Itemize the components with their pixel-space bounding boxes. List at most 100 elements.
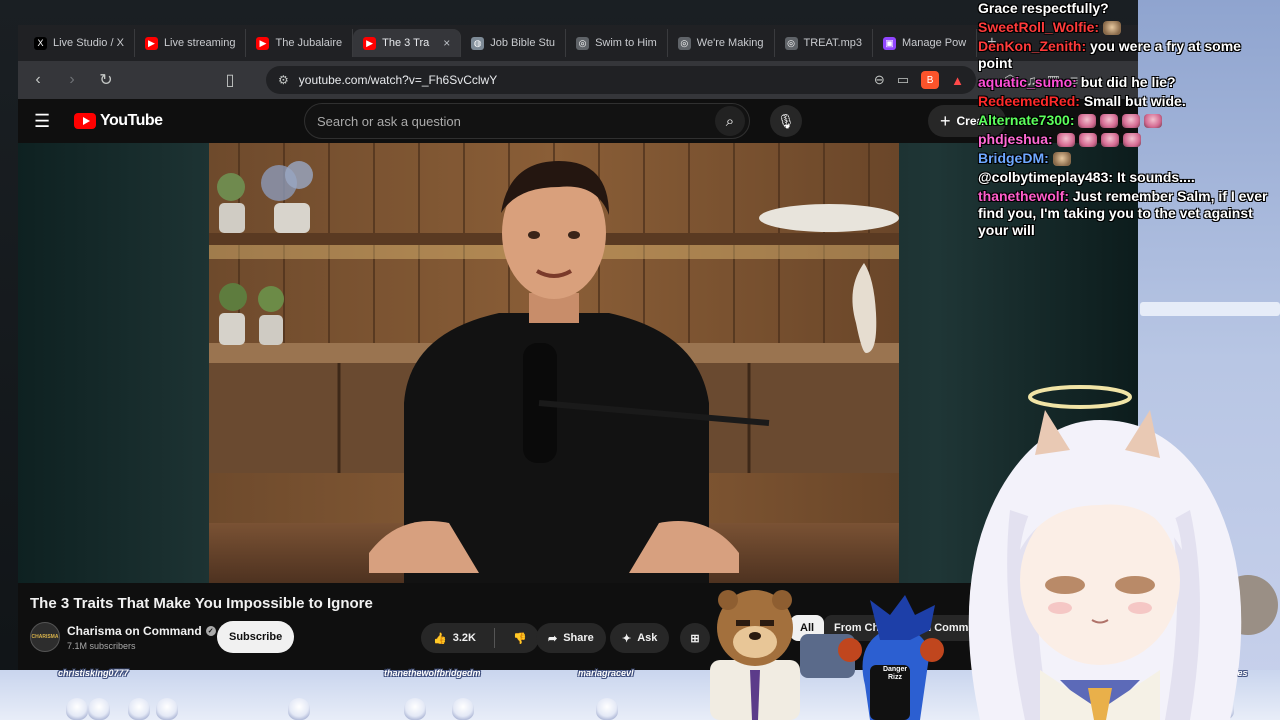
hamburger-icon[interactable]: ☰ <box>34 111 58 132</box>
viewer-mascot-icon <box>128 698 150 720</box>
chat-message: SweetRoll_Wolfie: <box>978 19 1278 36</box>
like-button[interactable]: 👍 3.2K <box>421 623 488 653</box>
chat-username: BridgeDM: <box>978 150 1049 166</box>
forward-icon[interactable]: › <box>60 68 84 92</box>
like-dislike-group: 👍 3.2K 👎 <box>421 623 539 653</box>
channel-avatar[interactable]: CHARISMA <box>30 622 60 652</box>
chat-username: aquatic_sumo: <box>978 74 1077 90</box>
tab-label: Swim to Him <box>595 37 657 49</box>
share-icon: ➦ <box>548 632 558 645</box>
thumbs-down-icon: 👎 <box>512 632 527 645</box>
chat-message: Grace respectfully? <box>978 0 1278 17</box>
rizz-label: Danger Rizz <box>882 666 908 681</box>
guest-characters <box>700 590 960 720</box>
globe-icon: ◎ <box>784 36 798 50</box>
chat-emote-icon <box>1122 114 1141 129</box>
vtuber-avatar <box>940 380 1270 720</box>
cast-icon[interactable]: ▭ <box>897 72 909 88</box>
tab-label: The Jubalaire <box>275 37 343 49</box>
tab-label: We're Making <box>696 37 764 49</box>
tab-close-icon[interactable]: × <box>443 36 450 50</box>
stream-scene: X Live Studio / X ▶ Live streaming ▶ The Juba… <box>0 0 1280 720</box>
chat-message: Alternate7300: <box>978 112 1278 129</box>
chat-text: It sounds.... <box>1116 169 1195 185</box>
chat-message: DenKon_Zenith: you were a fry at some po… <box>978 38 1278 72</box>
search-box[interactable]: Search or ask a question ⌕ <box>304 103 750 139</box>
chat-message: RedeemedRed: Small but wide. <box>978 93 1278 110</box>
ask-button[interactable]: ✦ Ask <box>610 623 670 653</box>
brave-rewards-icon[interactable]: ▲ <box>951 73 964 88</box>
browser-tab[interactable]: ◍ Job Bible Stu <box>461 29 567 57</box>
chat-emote-icon <box>1052 152 1071 167</box>
search-input[interactable]: Search or ask a question <box>305 114 715 129</box>
chat-username: SweetRoll_Wolfie: <box>978 19 1100 35</box>
chat-username: phdjeshua: <box>978 131 1053 147</box>
save-icon: ⊞ <box>690 632 700 645</box>
plus-icon: + <box>940 110 951 131</box>
search-icon[interactable]: ⌕ <box>715 106 745 136</box>
chat-emote-icon <box>1144 114 1163 129</box>
video-frame <box>209 143 899 583</box>
viewer-mascot-icon <box>288 698 310 720</box>
viewer-mascot-icon <box>88 698 110 720</box>
browser-tab[interactable]: ◎ Swim to Him <box>566 29 668 57</box>
zoom-icon[interactable]: ⊖ <box>874 72 885 88</box>
viewer-mascot-icon <box>404 698 426 720</box>
viewer-mascot-icon <box>66 698 88 720</box>
chat-overlay: Grace respectfully? SweetRoll_Wolfie: Den… <box>978 0 1278 241</box>
browser-tab[interactable]: ▶ Live streaming <box>135 29 247 57</box>
viewer-mascot-icon <box>156 698 178 720</box>
video-player[interactable] <box>209 143 899 583</box>
verified-icon: ✓ <box>205 626 216 636</box>
chat-username: RedeemedRed: <box>978 93 1080 109</box>
youtube-icon: ▶ <box>256 36 270 50</box>
like-divider <box>493 628 495 648</box>
chat-message: thanethewolf: Just remember Salm, if I e… <box>978 188 1278 239</box>
twitch-icon: ▣ <box>882 36 896 50</box>
logo-text: YouTube <box>100 112 163 129</box>
browser-tab[interactable]: ◎ We're Making <box>668 29 775 57</box>
viewer-name: christisking0777 <box>58 668 129 678</box>
browser-tab[interactable]: ▣ Manage Pow <box>873 29 978 57</box>
tab-label: Live Studio / X <box>53 37 124 49</box>
tab-label: The 3 Tra <box>382 37 430 49</box>
back-icon[interactable]: ‹ <box>26 68 50 92</box>
brave-shield-icon[interactable]: B <box>921 71 940 89</box>
video-title: The 3 Traits That Make You Impossible to… <box>30 595 373 612</box>
viewer-name: mariagracevl <box>578 668 634 678</box>
youtube-logo[interactable]: YouTube <box>74 112 163 130</box>
chat-emote-icon <box>1100 114 1119 129</box>
browser-tab[interactable]: ▶ The Jubalaire <box>246 29 354 57</box>
share-button[interactable]: ➦ Share <box>536 623 606 653</box>
address-bar[interactable]: ⚙ youtube.com/watch?v=_Fh6SvCclwY ⊖ ▭ B … <box>266 66 976 94</box>
browser-tab[interactable]: X Live Studio / X <box>24 29 135 57</box>
chat-text: Grace respectfully? <box>978 0 1109 16</box>
viewer-mascot-icon <box>452 698 474 720</box>
chat-username: Alternate7300: <box>978 112 1075 128</box>
site-info-icon[interactable]: ⚙ <box>278 73 289 87</box>
microphone-icon[interactable]: 🎙 <box>770 105 802 137</box>
tab-label: TREAT.mp3 <box>803 37 862 49</box>
guest-art <box>710 590 944 720</box>
sparkle-icon: ✦ <box>622 632 632 645</box>
tab-label: Manage Pow <box>901 37 967 49</box>
like-count: 3.2K <box>452 632 476 644</box>
tab-label: Job Bible Stu <box>490 37 556 49</box>
browser-tab[interactable]: ▶ The 3 Tra × <box>353 29 462 57</box>
subscriber-count: 7.1M subscribers <box>67 641 136 651</box>
chat-message: BridgeDM: <box>978 150 1278 167</box>
browser-tab[interactable]: ◎ TREAT.mp3 <box>775 29 873 57</box>
bookmark-icon[interactable]: ▯ <box>218 68 242 92</box>
channel-name[interactable]: Charisma on Command ✓ <box>67 624 216 638</box>
globe-icon: ◎ <box>677 36 691 50</box>
chat-message: phdjeshua: <box>978 131 1278 148</box>
reload-icon[interactable]: ↻ <box>94 68 118 92</box>
bible-icon: ◍ <box>471 36 485 50</box>
browser-toolbar: ‹ › ↻ ▯ ⚙ youtube.com/watch?v=_Fh6SvCclw… <box>18 61 1138 99</box>
url-text: youtube.com/watch?v=_Fh6SvCclwY <box>298 73 498 87</box>
dislike-button[interactable]: 👎 <box>501 623 539 653</box>
x-icon: X <box>34 36 47 50</box>
chat-emote-icon <box>1078 133 1097 148</box>
youtube-icon: ▶ <box>144 36 158 50</box>
subscribe-button[interactable]: Subscribe <box>217 621 295 653</box>
